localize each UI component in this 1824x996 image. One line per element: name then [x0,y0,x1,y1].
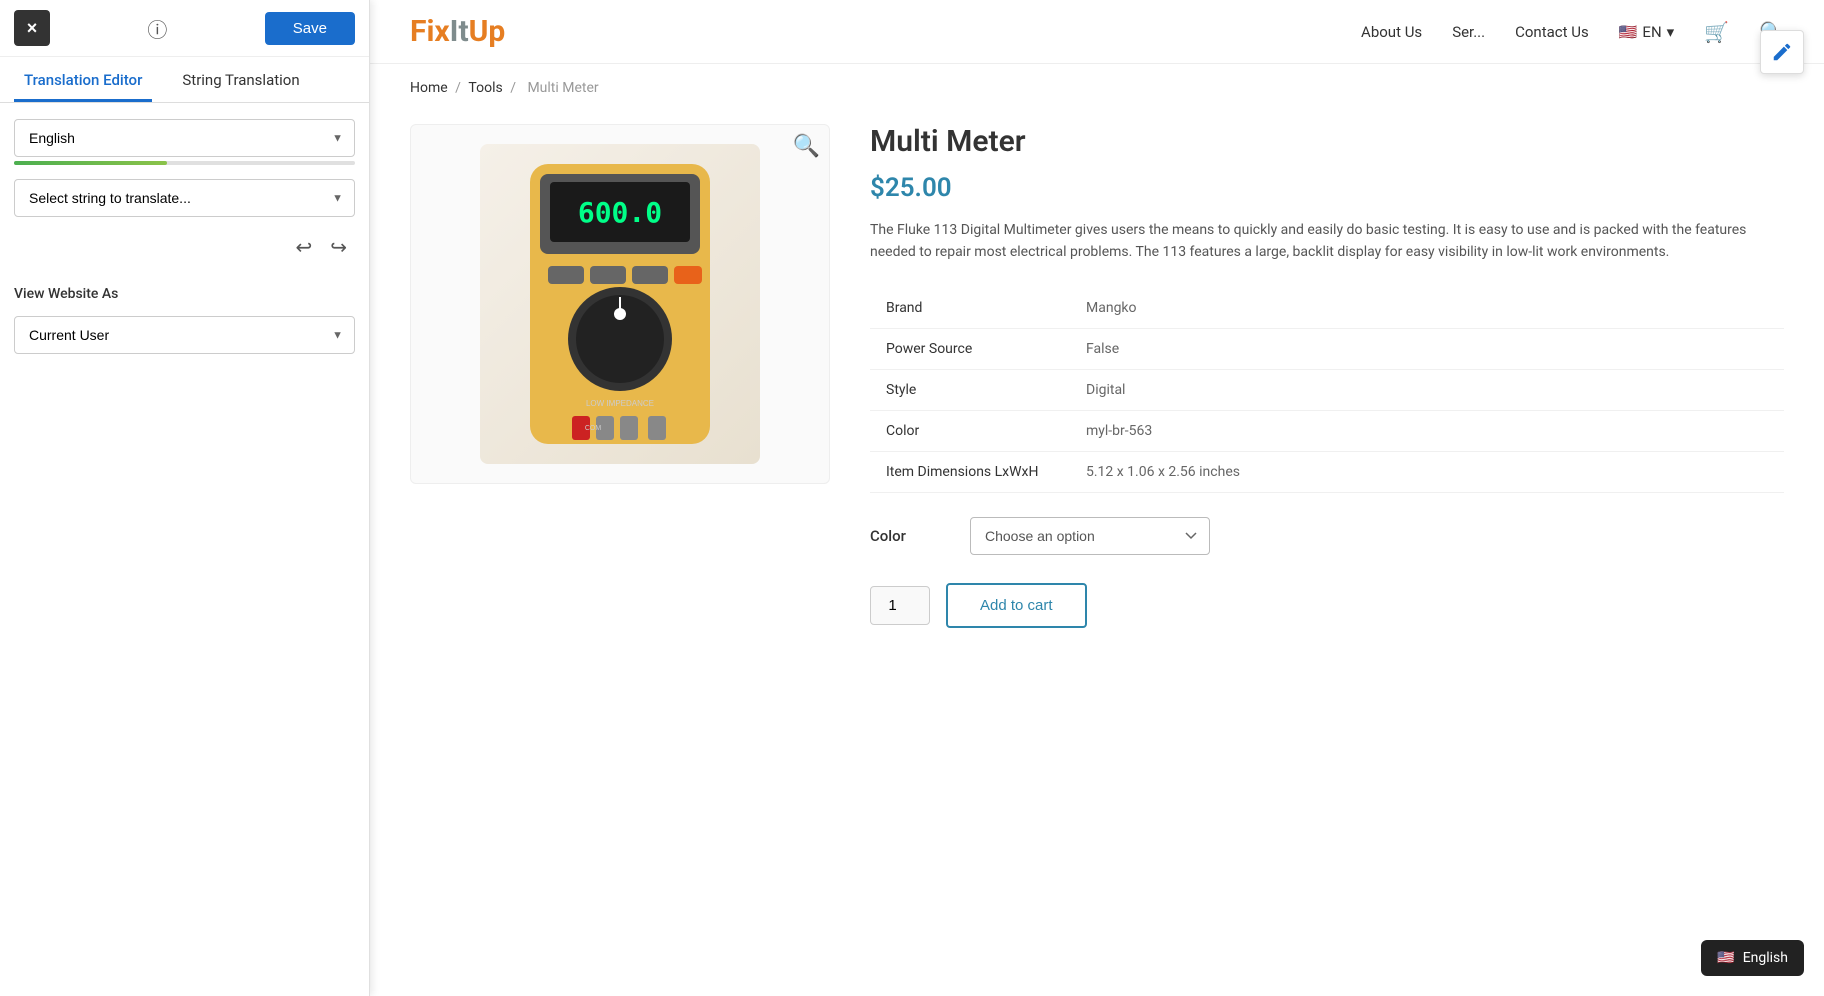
add-to-cart-button[interactable]: Add to cart [946,583,1087,628]
user-select-wrapper: Current User Guest Admin [14,316,355,354]
prev-arrow-button[interactable]: ↩ [291,231,316,264]
spec-row-color: Color myl-br-563 [870,410,1784,451]
breadcrumb-tools[interactable]: Tools [468,80,502,96]
flag-icon: 🇺🇸 [1619,23,1638,41]
spec-label-brand: Brand [870,288,1070,329]
user-select[interactable]: Current User Guest Admin [14,316,355,354]
breadcrumb-sep1: / [455,80,464,96]
lang-chevron-icon: ▾ [1667,23,1675,41]
product-specs-table: Brand Mangko Power Source False Style Di… [870,288,1784,493]
lang-code: EN [1642,23,1661,41]
nav-link-about[interactable]: About Us [1361,23,1422,41]
spec-label-color: Color [870,410,1070,451]
language-select[interactable]: English French Spanish German [14,119,355,157]
spec-label-dimensions: Item Dimensions LxWxH [870,451,1070,492]
product-area: 600.0 [370,104,1824,668]
color-row: Color Choose an option myl-br-563 [870,517,1784,555]
product-image-container: 600.0 [410,124,830,484]
site-logo: FixItUp [410,14,505,49]
spec-row-style: Style Digital [870,369,1784,410]
spec-value-brand: Mangko [1070,288,1784,329]
svg-text:600.0: 600.0 [578,196,662,229]
product-price: $25.00 [870,173,1784,203]
product-details: Multi Meter $25.00 The Fluke 113 Digital… [870,124,1784,628]
next-arrow-button[interactable]: ↪ [326,231,351,264]
spec-value-power: False [1070,328,1784,369]
panel-tabs: Translation Editor String Translation [0,57,369,103]
site-nav: FixItUp About Us Ser... Contact Us 🇺🇸 EN… [370,0,1824,64]
color-select[interactable]: Choose an option myl-br-563 [970,517,1210,555]
save-button[interactable]: Save [265,12,355,45]
product-description: The Fluke 113 Digital Multimeter gives u… [870,219,1784,264]
nav-link-contact[interactable]: Contact Us [1515,23,1589,41]
language-select-wrapper: English French Spanish German [14,119,355,157]
product-image: 600.0 [480,144,760,464]
spec-value-color: myl-br-563 [1070,410,1784,451]
zoom-icon[interactable]: 🔍 [793,134,820,159]
translation-progress-fill [14,161,167,165]
product-title: Multi Meter [870,124,1784,159]
spec-value-dimensions: 5.12 x 1.06 x 2.56 inches [1070,451,1784,492]
breadcrumb-sep2: / [510,80,519,96]
spec-label-power: Power Source [870,328,1070,369]
bottom-right-language-badge[interactable]: 🇺🇸 English [1701,940,1804,976]
translation-panel: × ⓘ Save Translation Editor String Trans… [0,0,370,996]
edit-icon-overlay[interactable] [1760,30,1804,74]
view-website-as-label: View Website As [14,286,355,302]
string-select[interactable]: Select string to translate... [14,179,355,217]
logo-up: Up [469,14,506,49]
language-switcher[interactable]: 🇺🇸 EN ▾ [1619,23,1674,41]
logo-it: It [450,14,469,49]
nav-link-services[interactable]: Ser... [1452,23,1485,41]
right-content: FixItUp About Us Ser... Contact Us 🇺🇸 EN… [370,0,1824,996]
spec-value-style: Digital [1070,369,1784,410]
cart-icon[interactable]: 🛒 [1704,20,1729,44]
logo-fix: Fix [410,14,450,49]
add-to-cart-row: Add to cart [870,583,1784,628]
spec-label-style: Style [870,369,1070,410]
breadcrumb-current: Multi Meter [527,80,598,96]
nav-arrows: ↩ ↪ [14,231,355,264]
info-button[interactable]: ⓘ [139,10,175,46]
spec-row-power: Power Source False [870,328,1784,369]
quantity-input[interactable] [870,586,930,625]
tab-string-translation[interactable]: String Translation [172,57,309,102]
svg-text:LOW IMPEDANCE: LOW IMPEDANCE [586,399,654,408]
spec-row-dimensions: Item Dimensions LxWxH 5.12 x 1.06 x 2.56… [870,451,1784,492]
svg-text:COM: COM [585,425,602,432]
breadcrumb: Home / Tools / Multi Meter [370,64,1824,104]
spec-row-brand: Brand Mangko [870,288,1784,329]
panel-header: × ⓘ Save [0,0,369,57]
color-select-label: Color [870,527,950,545]
bottom-flag-icon: 🇺🇸 [1717,950,1734,966]
nav-links: About Us Ser... Contact Us 🇺🇸 EN ▾ 🛒 🔍 [1361,20,1784,44]
translation-progress-bar [14,161,355,165]
bottom-lang-label: English [1743,950,1788,966]
panel-body: English French Spanish German Select str… [0,103,369,370]
breadcrumb-home[interactable]: Home [410,80,448,96]
tab-translation-editor[interactable]: Translation Editor [14,57,152,102]
product-image-column: 600.0 [410,124,830,628]
close-button[interactable]: × [14,10,50,46]
string-select-wrapper: Select string to translate... [14,179,355,217]
